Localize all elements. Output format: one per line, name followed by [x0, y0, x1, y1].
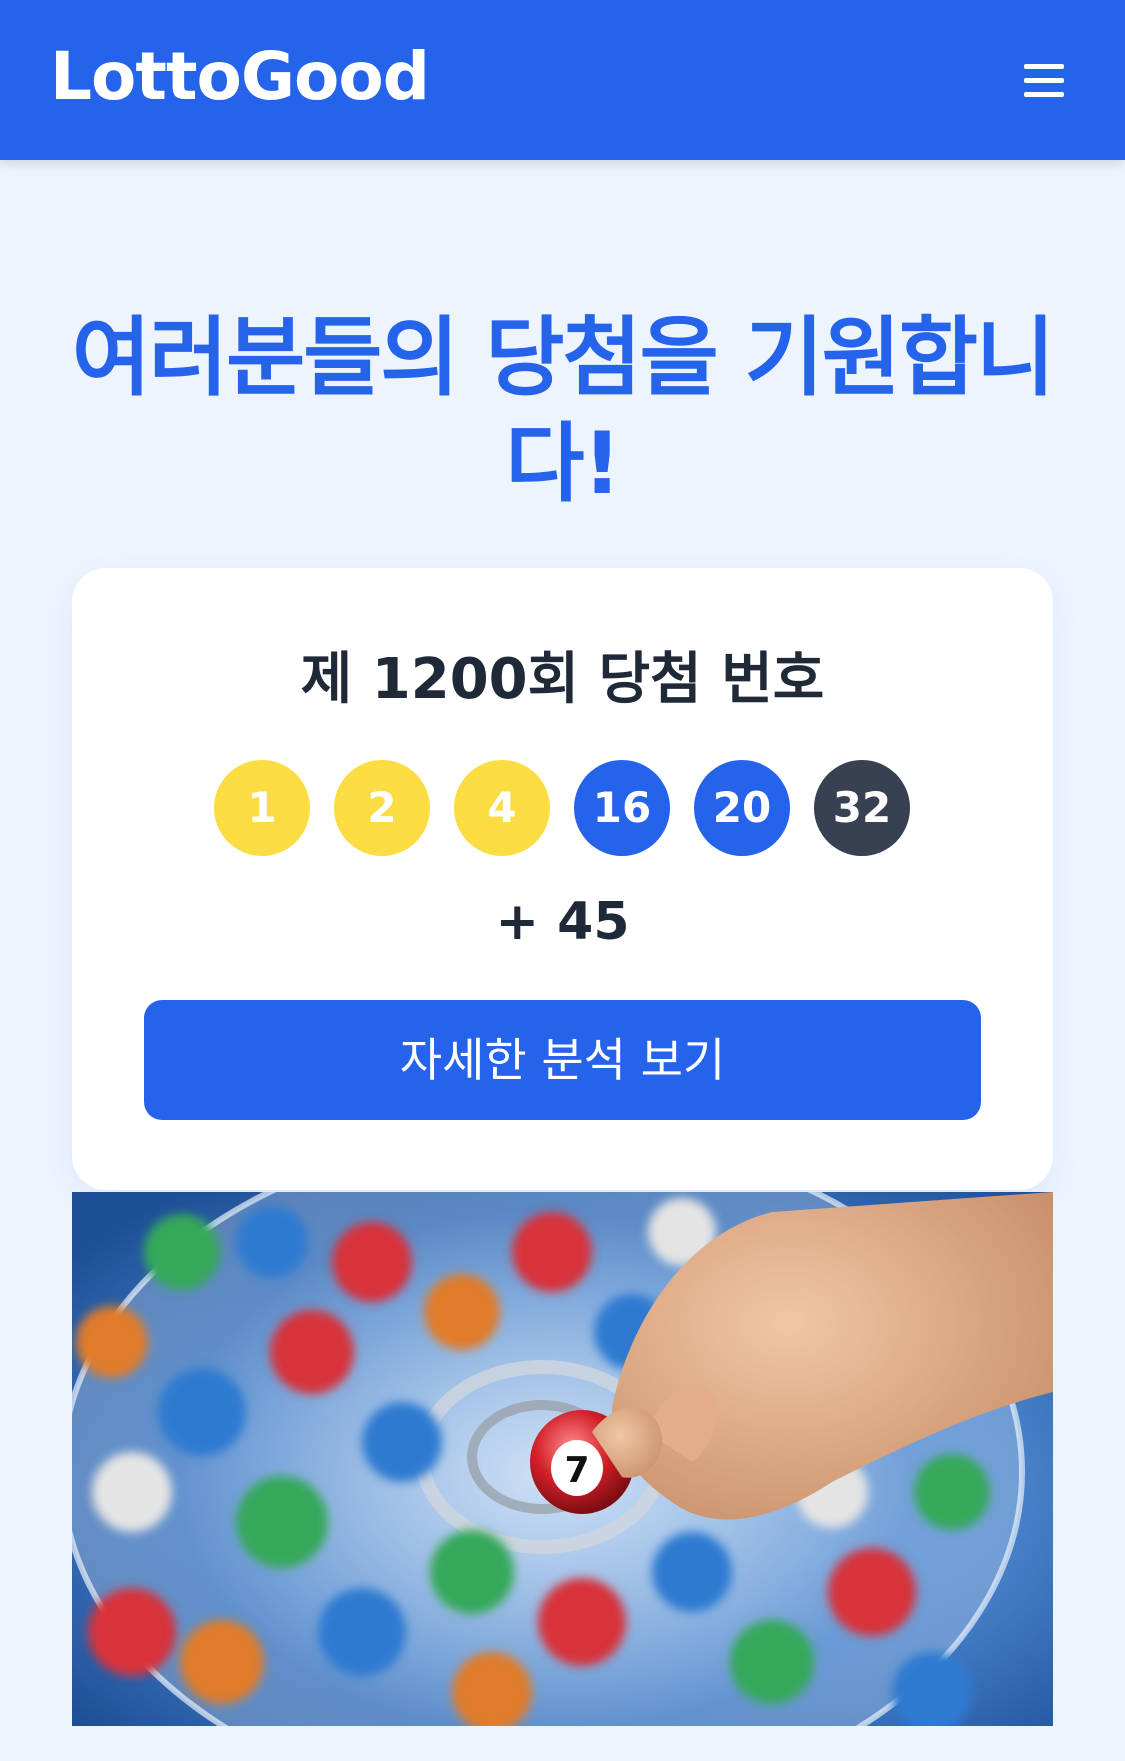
drawn-ball-number: 7	[564, 1450, 589, 1491]
lotto-ball-draw-image: 7	[72, 1192, 1053, 1726]
lotto-ball-draw-illustration: 7	[72, 1192, 1053, 1726]
hamburger-menu-icon[interactable]	[1010, 56, 1080, 108]
number-ball: 20	[694, 760, 790, 856]
menu-bar-middle	[1024, 78, 1064, 83]
number-ball: 4	[454, 760, 550, 856]
menu-bar-top	[1024, 64, 1064, 69]
hero-headline: 여러분들의 당첨을 기원합니다!	[71, 308, 1055, 514]
top-navbar: LottoGood	[0, 0, 1125, 160]
number-ball: 2	[334, 760, 430, 856]
bonus-number: + 45	[495, 892, 630, 952]
number-ball: 32	[814, 760, 910, 856]
brand-logo[interactable]: LottoGood	[50, 38, 430, 116]
menu-bar-bottom	[1024, 92, 1064, 97]
winning-number-balls: 1 2 4 16 20 32	[214, 760, 914, 856]
round-title: 제 1200회 당첨 번호	[300, 647, 825, 712]
number-ball: 16	[574, 760, 670, 856]
number-ball: 1	[214, 760, 310, 856]
view-analysis-button[interactable]: 자세한 분석 보기	[144, 1000, 981, 1120]
